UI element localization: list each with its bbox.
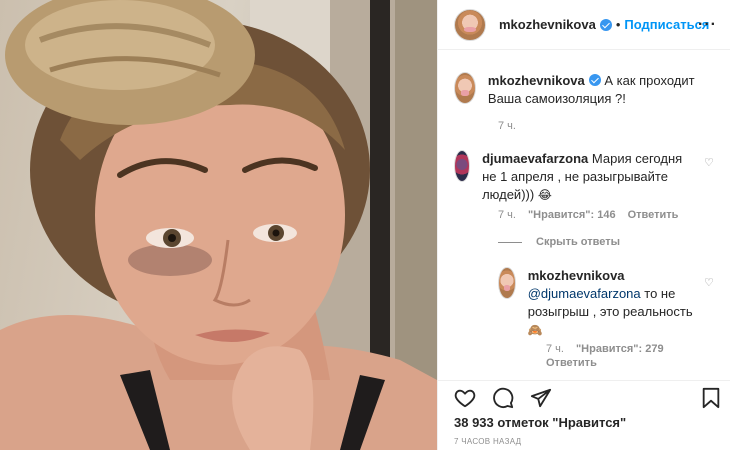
reply-username[interactable]: mkozhevnikova [528,268,625,283]
comment-meta: 7 ч. "Нравится": 146 Ответить [498,209,678,221]
post-side-panel: mkozhevnikova • Подписаться ··· mkozhevn… [437,0,730,450]
header-separator: • [615,17,621,32]
share-plane-icon[interactable] [530,387,552,409]
reply-likes[interactable]: "Нравится": 279 [576,343,664,355]
verified-badge-icon [599,18,612,31]
selfie-illustration [0,0,437,450]
caption-avatar[interactable] [454,72,476,104]
bookmark-icon[interactable] [701,387,721,409]
author-avatar[interactable] [454,8,486,41]
author-username[interactable]: mkozhevnikova [499,17,596,32]
like-heart-icon[interactable] [454,387,476,409]
likes-count[interactable]: 38 933 отметок "Нравится" [454,415,626,430]
comment-time[interactable]: 7 ч. [498,209,516,221]
reply-meta: 7 ч. "Нравится": 279 Ответить [546,343,716,369]
reply-reply-button[interactable]: Ответить [546,357,597,369]
action-icons [454,387,552,409]
reply-mention[interactable]: @djumaevafarzona [528,286,641,301]
verified-badge-icon [588,74,601,86]
hide-replies-button[interactable]: Скрыть ответы [498,236,620,248]
commenter-avatar[interactable] [454,150,471,182]
reply-avatar[interactable] [498,267,516,299]
like-comment-heart-icon[interactable]: ♡ [704,156,714,169]
comment-emoji: 😂 [537,188,552,202]
post-actions: 38 933 отметок "Нравится" 7 часов назад [438,380,730,450]
comment: djumaevafarzona Мария сегодня не 1 апрел… [454,150,699,204]
reply-time[interactable]: 7 ч. [546,343,564,355]
comment-likes[interactable]: "Нравится": 146 [528,209,616,221]
post-header: mkozhevnikova • Подписаться ··· [438,0,730,50]
caption-username[interactable]: mkozhevnikova [488,73,585,88]
more-horizontal-icon[interactable]: ··· [698,16,717,34]
comment-username[interactable]: djumaevafarzona [482,151,588,166]
post-photo[interactable] [0,0,437,450]
caption: mkozhevnikova А как проходит Ваша самоиз… [454,72,719,108]
comment-reply-button[interactable]: Ответить [628,209,679,221]
caption-time[interactable]: 7 ч. [498,120,516,132]
like-reply-heart-icon[interactable]: ♡ [704,276,714,289]
reply-emoji: 🙈 [527,323,543,337]
caption-meta: 7 ч. [498,120,516,132]
divider-line [498,241,522,243]
comments-list[interactable]: mkozhevnikova А как проходит Ваша самоиз… [438,50,730,380]
comment-bubble-icon[interactable] [492,387,514,409]
follow-button[interactable]: Подписаться [624,17,709,32]
hide-replies-label: Скрыть ответы [536,236,620,248]
reply: mkozhevnikova @djumaevafarzona то не роз… [498,267,703,339]
post-timestamp[interactable]: 7 часов назад [454,437,521,446]
